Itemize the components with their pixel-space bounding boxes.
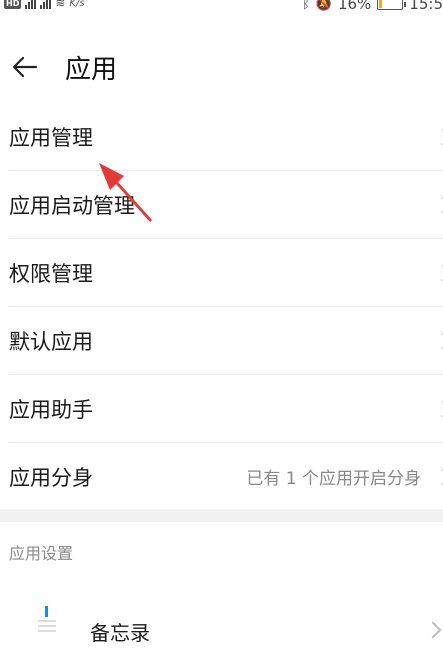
section-divider bbox=[0, 509, 443, 522]
signal-icon bbox=[25, 0, 37, 9]
list-item-app-assistant[interactable]: 应用助手 bbox=[9, 375, 443, 443]
chevron-right-icon bbox=[434, 332, 443, 349]
wifi-icon: ≋ bbox=[55, 0, 66, 10]
list-item-app-twin[interactable]: 应用分身 已有 1 个应用开启分身 bbox=[9, 443, 443, 510]
app-bar: 应用 bbox=[0, 42, 443, 92]
mute-icon: 🔕 bbox=[315, 0, 332, 12]
list-item-label: 默认应用 bbox=[9, 329, 93, 354]
list-item-label: 应用管理 bbox=[9, 125, 93, 150]
hd-badge: HD bbox=[4, 0, 22, 9]
page-title: 应用 bbox=[65, 54, 118, 85]
list-item-app-launch[interactable]: 应用启动管理 bbox=[9, 171, 443, 239]
app-name: 备忘录 bbox=[90, 621, 150, 645]
chevron-right-icon bbox=[434, 128, 443, 145]
network-speed: K/s bbox=[69, 0, 85, 9]
chevron-right-icon bbox=[434, 196, 443, 213]
battery-icon bbox=[377, 0, 407, 10]
signal-icon-2 bbox=[40, 0, 52, 9]
app-row-memo[interactable]: 备忘录 bbox=[0, 600, 443, 659]
list-item-label: 权限管理 bbox=[9, 261, 93, 286]
list-item-label: 应用启动管理 bbox=[9, 193, 135, 218]
status-right: ᛒ 🔕 16% 15:5 bbox=[302, 0, 443, 13]
section-title: 应用设置 bbox=[9, 544, 74, 563]
list-item-permissions[interactable]: 权限管理 bbox=[9, 239, 443, 307]
bluetooth-icon: ᛒ bbox=[301, 0, 310, 12]
list-item-default-apps[interactable]: 默认应用 bbox=[9, 307, 443, 375]
chevron-right-icon bbox=[434, 264, 443, 281]
chevron-right-icon bbox=[434, 468, 443, 485]
notepad-icon bbox=[38, 606, 58, 634]
status-left: HD ≋ K/s bbox=[4, 0, 85, 10]
chevron-right-icon bbox=[424, 621, 442, 639]
arrow-left-icon[interactable] bbox=[12, 54, 38, 80]
list-item-label: 应用分身 bbox=[9, 465, 93, 490]
list-item-value: 已有 1 个应用开启分身 bbox=[246, 469, 421, 489]
status-bar: HD ≋ K/s ᛒ 🔕 16% 15:5 bbox=[0, 0, 443, 20]
chevron-right-icon bbox=[434, 400, 443, 417]
battery-percent: 16% bbox=[337, 0, 372, 13]
list-item-label: 应用助手 bbox=[9, 397, 93, 422]
list-item-app-management[interactable]: 应用管理 bbox=[9, 103, 443, 171]
clock: 15:5 bbox=[409, 0, 443, 13]
settings-list: 应用管理 应用启动管理 权限管理 默认应用 应用助手 应用分身 已有 1 个应用… bbox=[0, 103, 443, 510]
